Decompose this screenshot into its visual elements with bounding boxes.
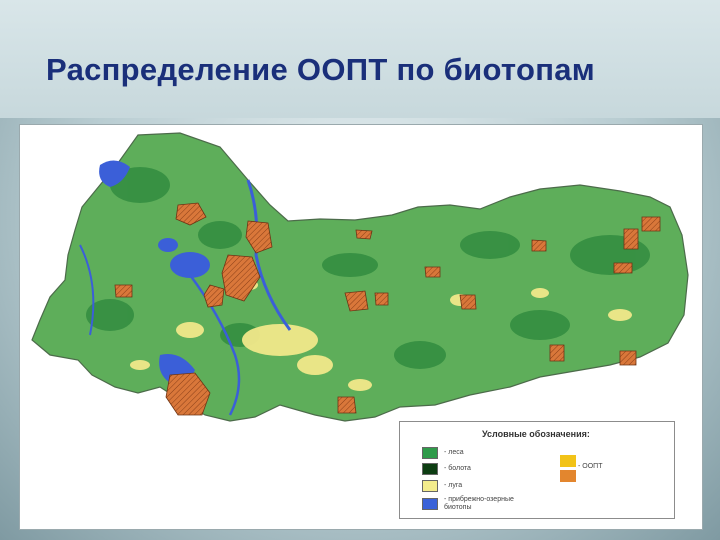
meadow-swatch [422,480,438,492]
legend-item-meadow: - луга [422,480,462,492]
legend-label-shore-line2: биотопы [444,504,472,511]
map-legend: Условные обозначения: - леса - болота - … [399,421,675,519]
legend-item-swamp: - болота [422,463,471,475]
oopt-swatch-orange [560,470,576,482]
legend-title: Условные обозначения: [482,429,590,439]
legend-item-forest: - леса [422,447,464,459]
legend-label-shore: - прибрежно-озерные биотопы [444,496,514,512]
forest-swatch [422,447,438,459]
oopt-swatch-yellow [560,455,576,467]
legend-label-meadow: - луга [444,482,463,489]
page-title: Распределение ООПТ по биотопам [46,52,596,87]
legend-label-shore-line1: - прибрежно-озерные [444,496,514,503]
legend-label-forest: - леса [444,449,464,456]
legend-label-swamp: - болота [444,465,471,472]
legend-label-oopt: - ООПТ [578,463,603,470]
legend-item-shore: - прибрежно-озерные биотопы [422,495,514,513]
map-frame: Условные обозначения: - леса - болота - … [19,124,703,530]
swamp-swatch [422,463,438,475]
shore-swatch [422,498,438,510]
